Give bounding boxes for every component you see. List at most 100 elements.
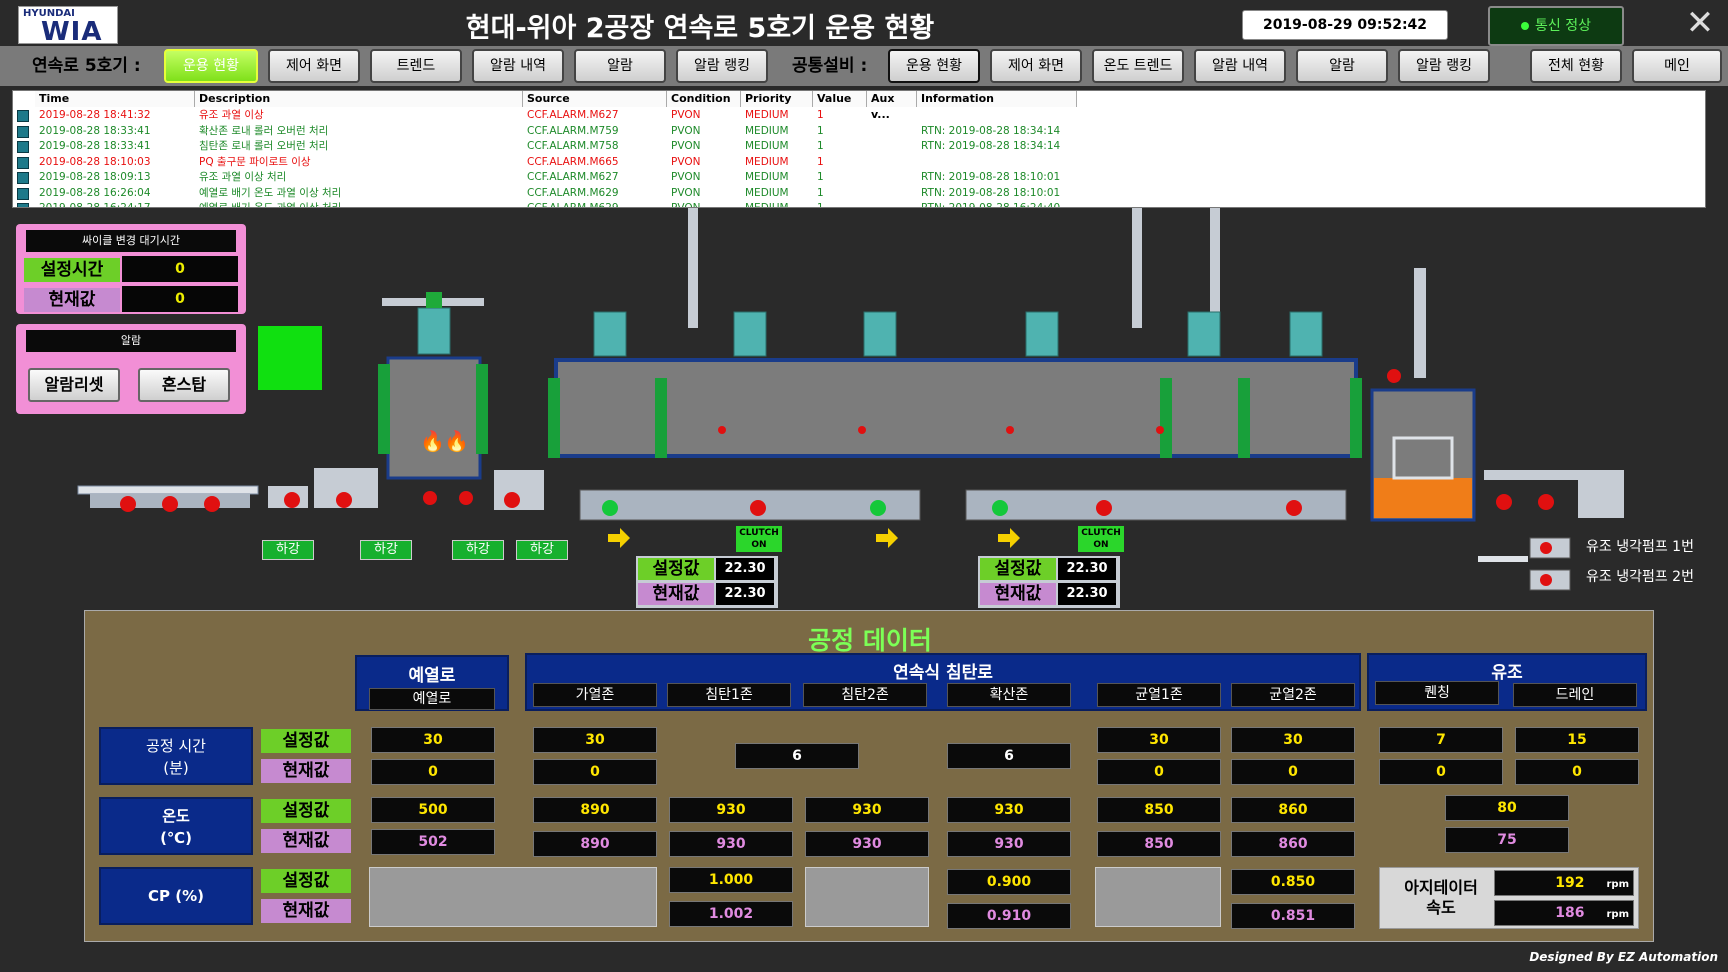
alarm-row[interactable]: 2019-08-28 18:41:32 유조 과열 이상 CCF.ALARM.M62… [13, 108, 1693, 124]
preheat-motor-icon [459, 491, 473, 505]
inv1-set-value[interactable]: 22.30 Hz [716, 558, 774, 597]
lower-indicator-1[interactable]: 하강 [262, 540, 314, 560]
col-description[interactable]: Description [195, 91, 523, 107]
time-preheat-set[interactable]: 30 [371, 727, 495, 753]
nav-btn-control[interactable]: 제어 화면 [268, 49, 360, 83]
cp-carb1-set[interactable]: 1.000 [669, 867, 793, 893]
time-soak2-set[interactable]: 30 [1231, 727, 1355, 753]
nav-btn-common-control[interactable]: 제어 화면 [990, 49, 1082, 83]
nav-btn-common-alarm[interactable]: 알람 [1296, 49, 1388, 83]
time-soak2-cur: 0 [1231, 759, 1355, 785]
alarm-cell-cond: PVON [671, 171, 701, 183]
lower-indicator-2[interactable]: 하강 [360, 540, 412, 560]
nav-btn-common-status[interactable]: 운용 현황 [888, 49, 980, 83]
nav-btn-alarm-history[interactable]: 알람 내역 [472, 49, 564, 83]
alarm-state-icon [17, 156, 29, 169]
temp-soak1-set[interactable]: 850 [1097, 797, 1221, 823]
alarm-row[interactable]: 2019-08-28 18:33:41 확산존 로내 롤러 오버런 처리 CCF.A… [13, 124, 1693, 140]
cp-soak2-set[interactable]: 0.850 [1231, 869, 1355, 895]
nav-btn-alarm-ranking[interactable]: 알람 랭킹 [676, 49, 768, 83]
burner-flame-icon: 🔥 [420, 429, 445, 453]
alarm-row[interactable]: 2019-08-28 18:09:13 유조 과열 이상 처리 CCF.ALARM.… [13, 170, 1693, 186]
inv2-cur-label: 현재값 [980, 583, 1056, 605]
transfer-motor-icon [504, 492, 520, 508]
alarm-row[interactable]: 2019-08-28 16:24:17 예열로 배기 온도 과열 이상 처리 CCF… [13, 201, 1693, 208]
temp-soak2-set[interactable]: 860 [1231, 797, 1355, 823]
loader-motor-icon [336, 492, 352, 508]
row-label-temp: 온도 (℃) [99, 797, 253, 855]
agitator-set[interactable]: 192 rpm [1494, 870, 1634, 896]
carb-door-outlet [1350, 378, 1362, 458]
comm-status-button[interactable]: 통신 정상 [1488, 6, 1624, 46]
alarm-cell-cond: PVON [671, 109, 701, 121]
col-priority[interactable]: Priority [741, 91, 813, 107]
temp-diffusion-cur: 930 [947, 831, 1071, 857]
col-information[interactable]: Information [917, 91, 1077, 107]
temp-carb2-set[interactable]: 930 [805, 797, 929, 823]
alarm-row[interactable]: 2019-08-28 16:26:04 예열로 배기 온도 과열 이상 처리 CCF… [13, 186, 1693, 202]
temp-preheat-set[interactable]: 500 [371, 797, 495, 823]
roller-drive-group-1 [579, 489, 921, 521]
col-source[interactable]: Source [523, 91, 667, 107]
temp-diffusion-set[interactable]: 930 [947, 797, 1071, 823]
cp-diffusion-set[interactable]: 0.900 [947, 869, 1071, 895]
alarm-row[interactable]: 2019-08-28 18:10:03 PQ 출구문 파이로트 이상 CCF.ALA… [13, 155, 1693, 171]
time-carb[interactable]: 6 [735, 743, 859, 769]
nav-btn-temp-trend[interactable]: 온도 트렌드 [1092, 49, 1184, 83]
alarm-cell-source: CCF.ALARM.M629 [527, 186, 619, 199]
flow-arrow-icon [608, 528, 630, 548]
nav-btn-overview[interactable]: 전체 현황 [1530, 49, 1622, 83]
temp-heat-set[interactable]: 890 [533, 797, 657, 823]
temp-carb1-set[interactable]: 930 [669, 797, 793, 823]
zone-carb2: 침탄2존 [803, 683, 927, 707]
lower-indicator-4[interactable]: 하강 [516, 540, 568, 560]
roller-motor-on-icon [602, 500, 618, 516]
time-drain-set[interactable]: 15 [1515, 727, 1639, 753]
process-data-title: 공정 데이터 [808, 626, 932, 655]
col-condition[interactable]: Condition [667, 91, 741, 107]
alarm-cell-source: CCF.ALARM.M629 [527, 202, 619, 208]
alarm-cell-desc: 예열로 배기 온도 과열 이상 처리 [199, 186, 342, 199]
row-label-time: 공정 시간 (분) [99, 727, 253, 785]
alarm-state-icon [17, 172, 29, 184]
time-soak1-set[interactable]: 30 [1097, 727, 1221, 753]
lower-indicator-3[interactable]: 하강 [452, 540, 504, 560]
col-value[interactable]: Value [813, 91, 867, 107]
nav-btn-status[interactable]: 운용 현황 [164, 49, 258, 83]
alarm-cell-cond: PVON [671, 186, 701, 199]
nav-btn-common-alarm-ranking[interactable]: 알람 랭킹 [1398, 49, 1490, 83]
temp-oil-set[interactable]: 80 [1445, 795, 1569, 821]
alarm-cell-prio: MEDIUM [745, 124, 789, 137]
nav-btn-main[interactable]: 메인 [1632, 49, 1722, 83]
time-set-label: 설정값 [261, 729, 351, 753]
nav-btn-common-alarm-history[interactable]: 알람 내역 [1194, 49, 1286, 83]
fan-motor-icon [1025, 311, 1059, 357]
alarm-cell-time: 2019-08-28 18:41:32 [39, 109, 151, 121]
pusher-rod [1210, 208, 1220, 328]
preheat-door-left [378, 364, 390, 454]
carb-door-3 [1238, 378, 1250, 458]
close-icon[interactable]: ✕ [1682, 6, 1718, 42]
alarm-cell-time: 2019-08-28 18:33:41 [39, 124, 151, 137]
alarm-cell-cond: PVON [671, 140, 701, 152]
fan-motor-icon [733, 311, 767, 357]
inv2-set-value[interactable]: 22.30 Hz [1058, 558, 1116, 597]
alarm-table: Time Description Source Condition Priori… [12, 90, 1706, 208]
time-quench-set[interactable]: 7 [1379, 727, 1503, 753]
conveyor-motor-icon [204, 496, 220, 512]
datetime-display: 2019-08-29 09:52:42 [1242, 10, 1448, 40]
nav-btn-trend[interactable]: 트렌드 [370, 49, 462, 83]
col-time[interactable]: Time [35, 91, 195, 107]
exit-table [1578, 478, 1624, 518]
alarm-row[interactable]: 2019-08-28 18:33:41 침탄존 로내 롤러 오버런 처리 CCF.A… [13, 139, 1693, 155]
nav-btn-alarm[interactable]: 알람 [574, 49, 666, 83]
time-heat-set[interactable]: 30 [533, 727, 657, 753]
alarm-cell-source: CCF.ALARM.M627 [527, 109, 619, 121]
col-aux[interactable]: Aux v... [867, 91, 917, 121]
time-diffusion[interactable]: 6 [947, 743, 1071, 769]
quench-motor-icon [1387, 369, 1401, 383]
cp-empty-carb2 [805, 867, 929, 927]
nav-group2-label: 공통설비 : [792, 56, 868, 76]
alarm-cell-desc: PQ 출구문 파이로트 이상 [199, 155, 311, 168]
time-cur-label: 현재값 [261, 759, 351, 783]
